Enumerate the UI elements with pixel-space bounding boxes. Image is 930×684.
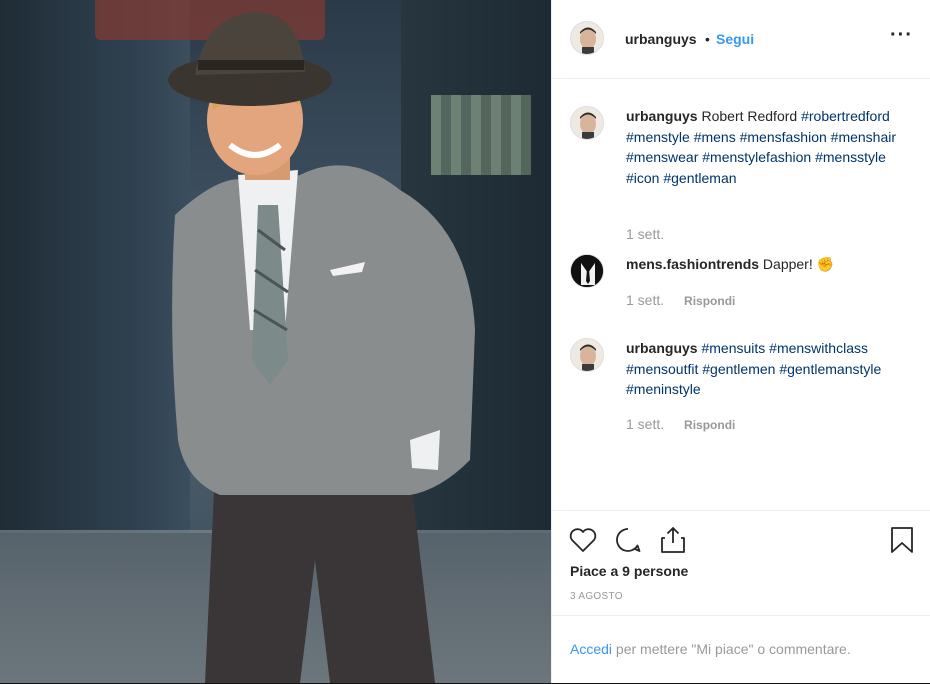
reply-button[interactable]: Rispondi xyxy=(684,294,735,308)
post-actions: Piace a 9 persone 3 AGOSTO xyxy=(552,510,930,616)
avatar-face-icon xyxy=(571,22,603,54)
more-icon[interactable]: ··· xyxy=(890,24,913,47)
comment-time[interactable]: 1 sett. xyxy=(626,226,664,242)
comment-text: mens.fashiontrends Dapper! ✊ xyxy=(626,254,906,275)
post-date[interactable]: 3 AGOSTO xyxy=(570,591,623,602)
post-photo[interactable] xyxy=(0,0,551,683)
avatar-face-icon xyxy=(571,339,603,371)
comment-username[interactable]: urbanguys xyxy=(626,340,698,356)
post-sidebar: urbanguys • Segui ··· urbanguys Robert R… xyxy=(551,0,930,683)
comment-text: urbanguys Robert Redford #robertredford … xyxy=(626,106,906,188)
comment-username[interactable]: mens.fashiontrends xyxy=(626,256,759,272)
instagram-post-modal: urbanguys • Segui ··· urbanguys Robert R… xyxy=(0,0,930,683)
avatar[interactable] xyxy=(570,21,604,55)
avatar[interactable] xyxy=(570,338,604,372)
likes-count[interactable]: Piace a 9 persone xyxy=(570,563,688,579)
comment-meta: 1 sett. Rispondi xyxy=(626,292,735,308)
comment-time[interactable]: 1 sett. xyxy=(626,292,664,308)
reply-button[interactable]: Rispondi xyxy=(684,418,735,432)
follow-button[interactable]: Segui xyxy=(716,31,754,47)
login-prompt: Accedi per mettere "Mi piace" o commenta… xyxy=(552,615,930,684)
share-icon[interactable] xyxy=(658,525,688,555)
bookmark-icon[interactable] xyxy=(887,525,917,555)
avatar[interactable] xyxy=(570,106,604,140)
avatar-suit-icon xyxy=(571,255,603,287)
avatar[interactable] xyxy=(570,254,604,288)
photo-man-in-suit xyxy=(168,12,475,683)
post-author-username[interactable]: urbanguys xyxy=(625,31,697,47)
separator-dot: • xyxy=(705,31,710,47)
comment-icon[interactable] xyxy=(613,525,643,555)
comment-text: urbanguys #mensuits #menswithclass #mens… xyxy=(626,338,906,400)
comment-time[interactable]: 1 sett. xyxy=(626,416,664,432)
comment-username[interactable]: urbanguys xyxy=(626,108,698,124)
login-prompt-rest: per mettere "Mi piace" o commentare. xyxy=(612,641,851,657)
comment-meta: 1 sett. Rispondi xyxy=(626,416,735,432)
login-link[interactable]: Accedi xyxy=(570,641,612,657)
login-prompt-text: Accedi per mettere "Mi piace" o commenta… xyxy=(570,641,851,657)
comment-body: Dapper! ✊ xyxy=(762,256,835,272)
comment-meta: 1 sett. xyxy=(626,226,664,242)
post-header: urbanguys • Segui ··· xyxy=(552,0,930,79)
avatar-face-icon xyxy=(571,107,603,139)
heart-icon[interactable] xyxy=(568,525,598,555)
comment-body: Robert Redford xyxy=(701,108,798,124)
